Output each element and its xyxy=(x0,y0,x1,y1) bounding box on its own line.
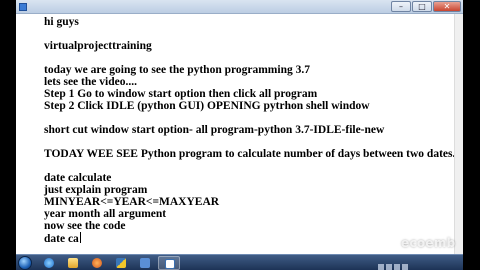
taskbar-media-player[interactable] xyxy=(86,256,108,270)
taskbar-internet-explorer[interactable] xyxy=(38,256,60,270)
doc-line-arguments: year month all argument xyxy=(44,208,167,220)
doc-line-intro: today we are going to see the python pro… xyxy=(44,64,310,76)
doc-line-see-code: now see the code xyxy=(44,220,126,232)
taskbar xyxy=(16,254,463,270)
doc-line-step1: Step 1 Go to window start option then cl… xyxy=(44,88,318,100)
doc-line-step2: Step 2 Click IDLE (python GUI) OPENING p… xyxy=(44,100,370,112)
volume-icon xyxy=(402,264,408,270)
desktop-screen: – □ ✕ hi guys virtualprojecttraining tod… xyxy=(16,0,463,270)
system-tray[interactable] xyxy=(378,258,430,270)
doc-line-shortcut: short cut window start option- all progr… xyxy=(44,124,385,136)
taskbar-document-app[interactable] xyxy=(158,256,180,270)
watermark: ecoemb xyxy=(388,236,456,250)
video-frame: – □ ✕ hi guys virtualprojecttraining tod… xyxy=(0,0,480,270)
title-bar: – □ ✕ xyxy=(16,0,463,14)
doc-line-channel: virtualprojecttraining xyxy=(44,40,152,52)
taskbar-folder[interactable] xyxy=(62,256,84,270)
app-icon xyxy=(19,3,27,11)
doc-line-video: lets see the video.... xyxy=(44,76,137,88)
doc-line-typing-text: date ca xyxy=(44,233,79,245)
maximize-button[interactable]: □ xyxy=(412,1,432,12)
app-icon xyxy=(140,258,150,268)
python-icon xyxy=(116,258,126,268)
taskbar-python[interactable] xyxy=(110,256,132,270)
doc-line-explain: just explain program xyxy=(44,184,148,196)
media-player-icon xyxy=(92,258,102,268)
document-app-icon xyxy=(165,259,175,269)
vertical-scrollbar[interactable] xyxy=(454,14,463,254)
doc-line-date-calc: date calculate xyxy=(44,172,112,184)
taskbar-app[interactable] xyxy=(134,256,156,270)
folder-icon xyxy=(68,258,78,268)
watermark-text: ecoemb xyxy=(401,236,456,250)
tray-icon xyxy=(378,264,384,270)
start-button[interactable] xyxy=(18,256,32,270)
close-button[interactable]: ✕ xyxy=(433,1,461,12)
text-caret xyxy=(79,232,81,243)
minimize-button[interactable]: – xyxy=(391,1,411,12)
watermark-logo-icon xyxy=(388,238,398,248)
internet-explorer-icon xyxy=(44,258,54,268)
tray-icon xyxy=(394,264,400,270)
doc-line-year-range: MINYEAR<=YEAR<=MAXYEAR xyxy=(44,196,220,208)
doc-line-topic: TODAY WEE SEE Python program to calculat… xyxy=(44,148,456,160)
doc-line-greeting: hi guys xyxy=(44,16,79,28)
doc-line-typing: date ca xyxy=(44,232,81,245)
tray-icon xyxy=(386,264,392,270)
